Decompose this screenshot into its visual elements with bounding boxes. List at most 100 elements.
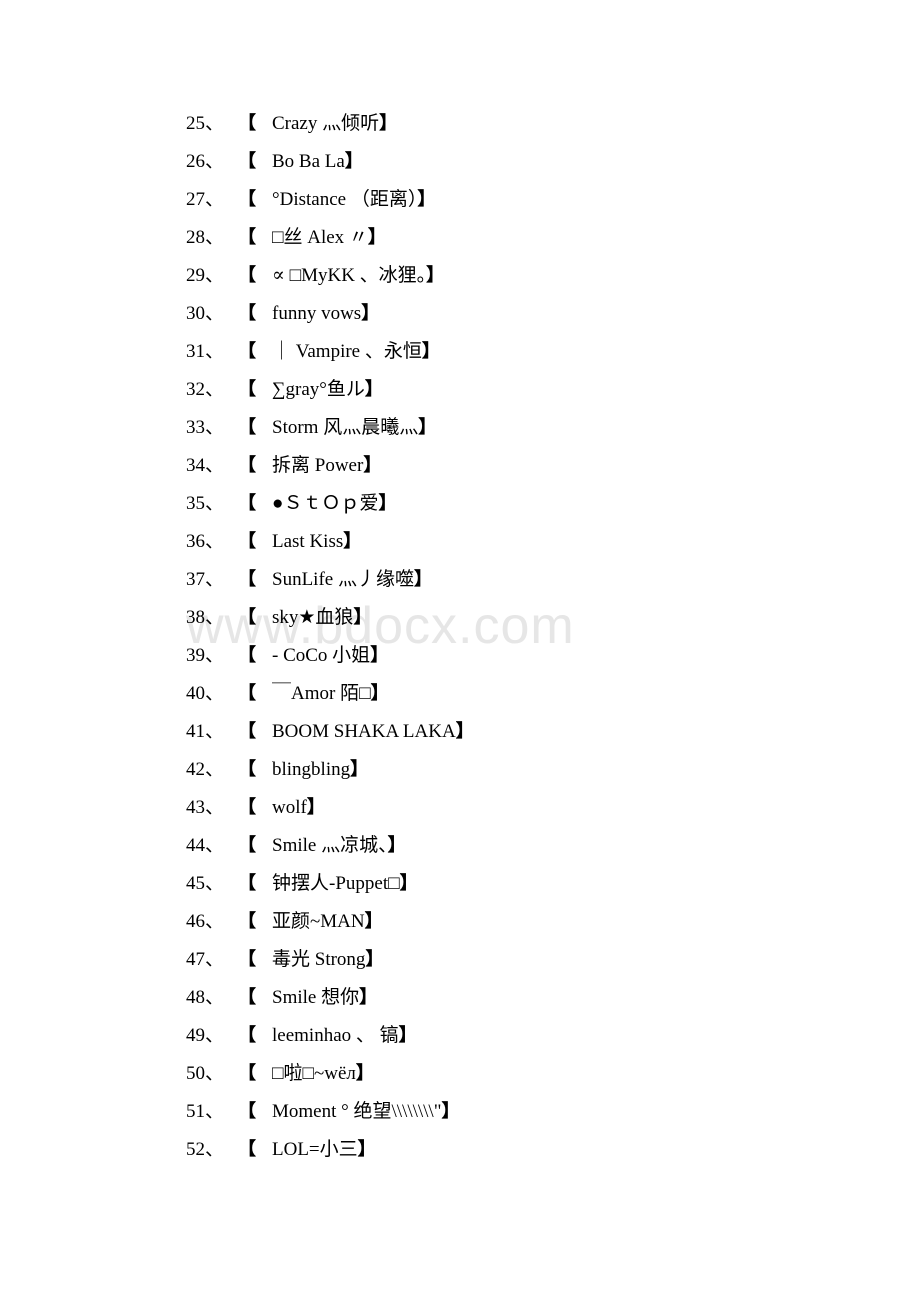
open-bracket: 【	[238, 911, 256, 932]
close-bracket: 】	[367, 227, 386, 248]
list-item-content: 【 □丝 Alex 〃】	[238, 219, 386, 257]
list-item-index: 48、	[186, 987, 225, 1008]
list-item-index: 25、	[186, 113, 225, 134]
list-item-text: □啦□~wёл	[272, 1063, 356, 1084]
list-item-index: 39、	[186, 645, 225, 666]
list-item-index: 34、	[186, 455, 225, 476]
list-item-index: 42、	[186, 759, 225, 780]
list-item-content: 【 funny vows】	[238, 295, 379, 333]
close-bracket: 】	[370, 645, 389, 666]
open-bracket: 【	[238, 379, 256, 400]
list-item-content: 【 °Distance （距离）】	[238, 181, 435, 219]
open-bracket: 【	[238, 1139, 256, 1160]
list-item-content: 【 leeminhao 、 镐】	[238, 1017, 417, 1055]
list-item-text: sky★血狼	[272, 607, 354, 628]
list-item-content: 【 Smile 灬凉城、】	[238, 827, 406, 865]
list-item-text: 拆离 Power	[272, 455, 364, 476]
close-bracket: 】	[417, 189, 436, 210]
list-item: 31、【 ｜ Vampire 、永恒】	[0, 333, 920, 371]
list-item-index: 52、	[186, 1139, 225, 1160]
open-bracket: 【	[238, 797, 256, 818]
list-item-content: 【 Smile 想你】	[238, 979, 377, 1017]
list-item-content: 【钟摆人-Puppet□】	[238, 865, 418, 903]
open-bracket: 【	[238, 417, 256, 438]
list-item-index: 30、	[186, 303, 225, 324]
list-item-index: 31、	[186, 341, 225, 362]
list-item-content: 【 Crazy 灬倾听】	[238, 105, 397, 143]
list-item-index: 45、	[186, 873, 225, 894]
list-item: 27、【 °Distance （距离）】	[0, 181, 920, 219]
close-bracket: 】	[350, 759, 369, 780]
list-item-text: funny vows	[272, 303, 362, 324]
list-item-content: 【 ￣Amor 陌□】	[238, 675, 389, 713]
list-item: 42、【 blingbling】	[0, 751, 920, 789]
list-item-content: 【 □啦□~wёл】	[238, 1055, 374, 1093]
open-bracket: 【	[238, 987, 256, 1008]
list-item: 36、【 Last Kiss】	[0, 523, 920, 561]
list-item-text: Moment ° 绝望\\\\\\\\"	[272, 1101, 442, 1122]
list-item-index: 41、	[186, 721, 225, 742]
list-item: 26、【 Bo Ba La】	[0, 143, 920, 181]
close-bracket: 】	[364, 911, 383, 932]
list-item-index: 46、	[186, 911, 225, 932]
close-bracket: 】	[455, 721, 474, 742]
list-item-text: Crazy 灬倾听	[272, 113, 380, 134]
list-item-content: 【亚颜~MAN】	[238, 903, 383, 941]
list-item-index: 47、	[186, 949, 225, 970]
list-item-index: 43、	[186, 797, 225, 818]
close-bracket: 】	[344, 151, 363, 172]
open-bracket: 【	[238, 455, 256, 476]
list-item: 29、【 ∝ □MyKK 、冰狸。】	[0, 257, 920, 295]
list-item-text: 亚颜~MAN	[272, 911, 365, 932]
list-item: 30、【 funny vows】	[0, 295, 920, 333]
open-bracket: 【	[238, 721, 256, 742]
list-item-index: 27、	[186, 189, 225, 210]
list-item: 45、【钟摆人-Puppet□】	[0, 865, 920, 903]
open-bracket: 【	[238, 683, 256, 704]
list-item-index: 35、	[186, 493, 225, 514]
list-item-content: 【 - CoCo 小姐】	[238, 637, 388, 675]
close-bracket: 】	[441, 1101, 460, 1122]
list-item-content: 【 ∝ □MyKK 、冰狸。】	[238, 257, 444, 295]
list-item-content: 【 ∑gray°鱼ル】	[238, 371, 383, 409]
list-item-index: 50、	[186, 1063, 225, 1084]
list-item-index: 49、	[186, 1025, 225, 1046]
list-item-content: 【 BOOM SHAKA LAKA】	[238, 713, 474, 751]
list-item-text: □丝 Alex 〃	[272, 227, 368, 248]
list-item: 44、【 Smile 灬凉城、】	[0, 827, 920, 865]
open-bracket: 【	[238, 1101, 256, 1122]
close-bracket: 】	[343, 531, 362, 552]
open-bracket: 【	[238, 1063, 256, 1084]
list-item-content: 【 wolf】	[238, 789, 325, 827]
list-item-text: leeminhao 、 镐	[272, 1025, 399, 1046]
list-item-text: SunLife 灬丿缘噬	[272, 569, 414, 590]
open-bracket: 【	[238, 113, 256, 134]
list-item-index: 51、	[186, 1101, 225, 1122]
list-item-text: - CoCo 小姐	[272, 645, 371, 666]
list-item-text: ｜ Vampire 、永恒	[272, 341, 422, 362]
open-bracket: 【	[238, 645, 256, 666]
close-bracket: 】	[421, 341, 440, 362]
document-body: 25、【Crazy 灬倾听】 26、【Bo Ba La】 27、【°Distance…	[0, 0, 920, 1169]
close-bracket: 】	[399, 873, 418, 894]
list-item: 52、【 LOL=小三】	[0, 1131, 920, 1169]
list-item: 32、【 ∑gray°鱼ル】	[0, 371, 920, 409]
list-item: 49、【 leeminhao 、 镐】	[0, 1017, 920, 1055]
close-bracket: 】	[355, 1063, 374, 1084]
list-item: 40、【 ￣Amor 陌□】	[0, 675, 920, 713]
list-item: 50、【 □啦□~wёл】	[0, 1055, 920, 1093]
open-bracket: 【	[238, 1025, 256, 1046]
list-item: 39、【 - CoCo 小姐】	[0, 637, 920, 675]
list-item-text: Bo Ba La	[272, 151, 345, 172]
list-item-content: 【 Storm 风灬晨曦灬】	[238, 409, 436, 447]
list-item: 41、【 BOOM SHAKA LAKA】	[0, 713, 920, 751]
list-item: 46、【亚颜~MAN】	[0, 903, 920, 941]
list-item: 51、【 Moment ° 绝望\\\\\\\\"】	[0, 1093, 920, 1131]
list-item-index: 32、	[186, 379, 225, 400]
list-item-content: 【 Last Kiss】	[238, 523, 361, 561]
open-bracket: 【	[238, 949, 256, 970]
list-item-content: 【 Bo Ba La】	[238, 143, 363, 181]
list-item-text: wolf	[272, 797, 307, 818]
list-item: 37、【 SunLife 灬丿缘噬】	[0, 561, 920, 599]
list-item-text: Last Kiss	[272, 531, 344, 552]
